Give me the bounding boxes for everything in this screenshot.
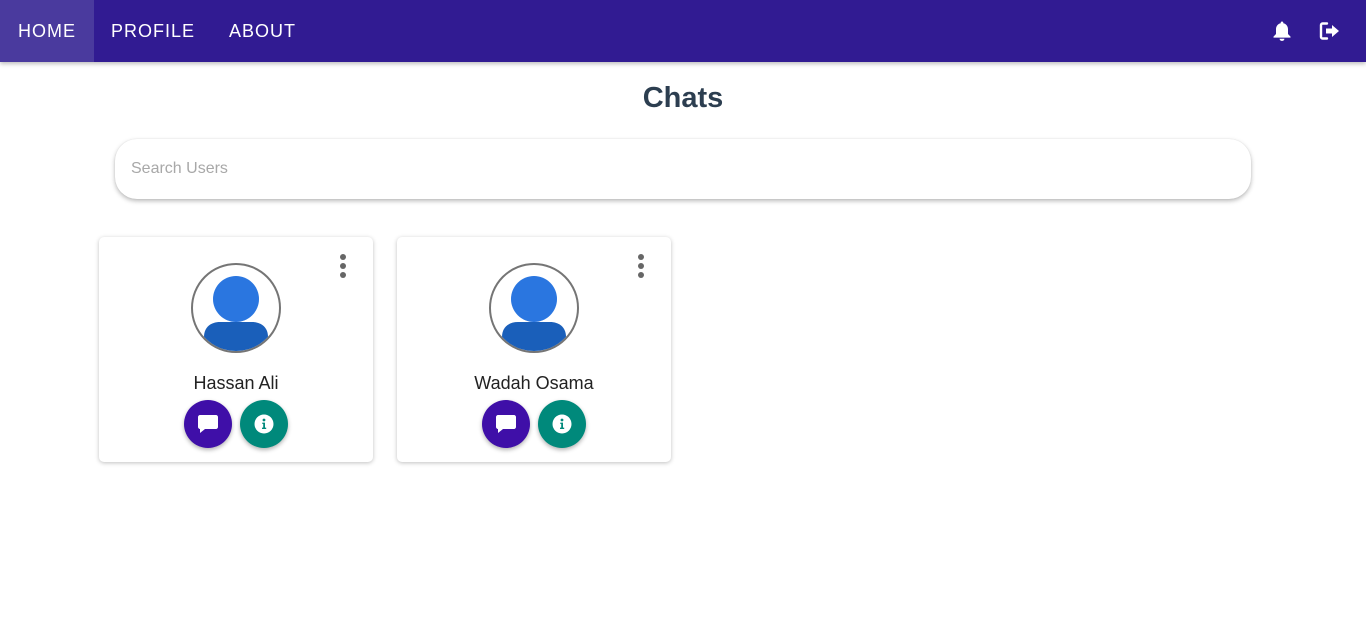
search-bar	[115, 139, 1251, 199]
top-navbar: HOME PROFILE ABOUT	[0, 0, 1366, 62]
chat-button[interactable]	[184, 400, 232, 448]
chat-bubble-icon	[198, 415, 218, 433]
nav-about[interactable]: ABOUT	[212, 0, 313, 62]
page-title: Chats	[642, 82, 724, 114]
user-name: Wadah Osama	[474, 373, 594, 393]
bell-icon[interactable]	[1270, 19, 1294, 43]
more-vertical-icon[interactable]	[335, 251, 351, 281]
user-avatar-icon	[191, 263, 281, 353]
sign-out-icon[interactable]	[1318, 19, 1342, 43]
info-icon	[254, 414, 274, 434]
card-actions	[99, 400, 373, 448]
nav-right-actions	[1270, 0, 1366, 62]
more-vertical-icon[interactable]	[633, 251, 649, 281]
user-card: Wadah Osama	[397, 237, 671, 462]
chat-button[interactable]	[482, 400, 530, 448]
info-button[interactable]	[538, 400, 586, 448]
info-button[interactable]	[240, 400, 288, 448]
user-card: Hassan Ali	[99, 237, 373, 462]
nav-profile[interactable]: PROFILE	[94, 0, 212, 62]
search-input[interactable]	[131, 160, 1235, 178]
user-name: Hassan Ali	[193, 373, 279, 393]
chat-bubble-icon	[496, 415, 516, 433]
card-actions	[397, 400, 671, 448]
info-icon	[552, 414, 572, 434]
user-avatar-icon	[489, 263, 579, 353]
nav-home[interactable]: HOME	[0, 0, 94, 62]
